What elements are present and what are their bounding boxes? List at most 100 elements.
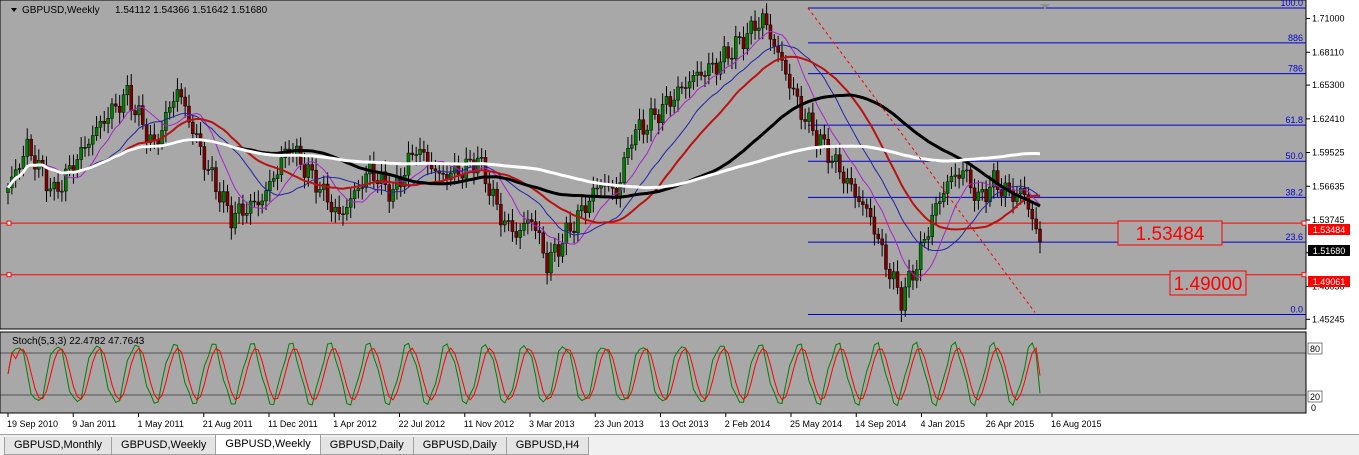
tab-gbpusd-monthly-0[interactable]: GBPUSD,Monthly: [4, 437, 113, 455]
stoch-level-0-text: 0: [1311, 403, 1316, 413]
candle-body: [965, 169, 969, 172]
candle-body: [452, 164, 457, 174]
candle-body: [849, 178, 854, 185]
tab-gbpusd-weekly-2[interactable]: GBPUSD,Weekly: [215, 435, 321, 455]
big-label-1490[interactable]: 1.49000: [1169, 270, 1247, 296]
candle-body: [144, 124, 149, 143]
candle-body: [934, 203, 938, 216]
tab-gbpusd-daily-4[interactable]: GBPUSD,Daily: [412, 437, 507, 455]
time-axis-ticks: 19 Sep 2010 9 Jan 2011 1 May 2011 21 Aug 20…: [7, 413, 1102, 429]
candle-body: [880, 238, 884, 246]
big-label-1490-text: 1.49000: [1174, 274, 1243, 295]
tab-gbpusd-daily-3[interactable]: GBPUSD,Daily: [319, 437, 414, 455]
tab-gbpusd-weekly-1[interactable]: GBPUSD,Weekly: [111, 437, 217, 455]
candle-body: [1038, 228, 1042, 243]
candle-body: [907, 270, 911, 288]
candle-body: [961, 170, 965, 179]
candle-body: [749, 20, 753, 34]
candle-body: [191, 121, 195, 135]
candle-body: [556, 244, 561, 257]
price-chart[interactable]: 1.71000 1.68110 1.65300 1.62410 1.59525 1.566…: [0, 0, 1359, 434]
candle-body: [664, 96, 669, 105]
ohlc-readout: 1.54112 1.54366 1.51642 1.51680: [115, 5, 268, 16]
candle-body: [938, 201, 942, 204]
current-price-text: 1.51680: [1313, 246, 1346, 256]
candle-body: [125, 85, 130, 96]
candle-body: [864, 204, 869, 209]
candle-body: [622, 157, 626, 183]
candle-body: [799, 95, 804, 120]
candle-body: [553, 244, 557, 253]
candle-body: [129, 85, 133, 111]
stoch-level-80-box: 80: [1307, 342, 1323, 355]
candle-body: [953, 174, 958, 177]
line-anchor: [6, 272, 12, 278]
line-1-price-box: 1.53484: [1308, 224, 1350, 235]
candle-body: [941, 193, 946, 202]
candle-body: [171, 101, 176, 108]
candle-body: [572, 230, 576, 233]
candle-body: [264, 190, 268, 202]
candle-body: [268, 181, 272, 191]
candle-body: [891, 271, 896, 280]
candle-body: [791, 87, 796, 90]
candle-body: [391, 189, 395, 202]
candle-body: [599, 184, 603, 189]
candle-body: [337, 206, 341, 215]
candle-body: [641, 119, 646, 135]
price-label: 1.68110: [1312, 47, 1344, 57]
candle-body: [529, 219, 534, 222]
candle-body: [637, 119, 642, 130]
candle-body: [683, 87, 688, 89]
candle-body: [564, 222, 569, 244]
candle-body: [310, 164, 314, 171]
candle-body: [807, 112, 811, 122]
time-label: 26 Apr 2015: [986, 419, 1035, 429]
candle-body: [583, 205, 588, 214]
candle-body: [237, 203, 241, 214]
candle-body: [757, 27, 761, 31]
candle-body: [256, 201, 261, 206]
candle-body: [672, 99, 676, 107]
chart-window[interactable]: 1.71000 1.68110 1.65300 1.62410 1.59525 1.566…: [0, 0, 1359, 434]
candle-body: [495, 188, 499, 205]
time-label: 1 May 2011: [138, 419, 184, 429]
fib-level-label: 886: [1288, 33, 1303, 43]
candle-body: [67, 165, 72, 170]
candle-body: [306, 164, 311, 178]
time-label: 13 Oct 2013: [660, 419, 709, 429]
candle-body: [491, 188, 495, 196]
candle-body: [506, 220, 511, 222]
candle-body: [56, 181, 60, 192]
candle-body: [926, 236, 931, 240]
candle-body: [167, 107, 172, 113]
candle-body: [930, 214, 934, 237]
candle-body: [90, 135, 95, 145]
candle-body: [784, 59, 788, 75]
candle-body: [345, 207, 349, 215]
time-label: 21 Aug 2011: [203, 419, 253, 429]
line-anchor: [6, 220, 12, 226]
big-label-1534[interactable]: 1.53484: [1117, 220, 1223, 246]
candle-body: [703, 75, 707, 77]
chart-tab-bar: GBPUSD,Monthly GBPUSD,Weekly GBPUSD,Weekly…: [0, 434, 1359, 455]
candle-body: [522, 223, 526, 231]
candle-body: [630, 144, 634, 149]
candle-body: [541, 232, 546, 254]
candle-body: [691, 74, 696, 83]
candle-body: [21, 156, 26, 169]
candle-body: [318, 189, 322, 193]
candle-body: [441, 173, 445, 175]
candle-body: [98, 120, 103, 128]
time-label: 11 Dec 2011: [268, 419, 318, 429]
candle-body: [241, 203, 245, 216]
candle-body: [17, 168, 22, 171]
candle-body: [734, 36, 738, 60]
time-label: 3 Mar 2013: [529, 419, 575, 429]
candle-body: [838, 154, 842, 173]
time-label: 22 Jul 2012: [399, 419, 446, 429]
candle-body: [872, 216, 877, 235]
candle-body: [333, 206, 338, 213]
time-label: 16 Aug 2015: [1051, 419, 1102, 429]
tab-gbpusd-h4-5[interactable]: GBPUSD,H4: [505, 437, 590, 455]
